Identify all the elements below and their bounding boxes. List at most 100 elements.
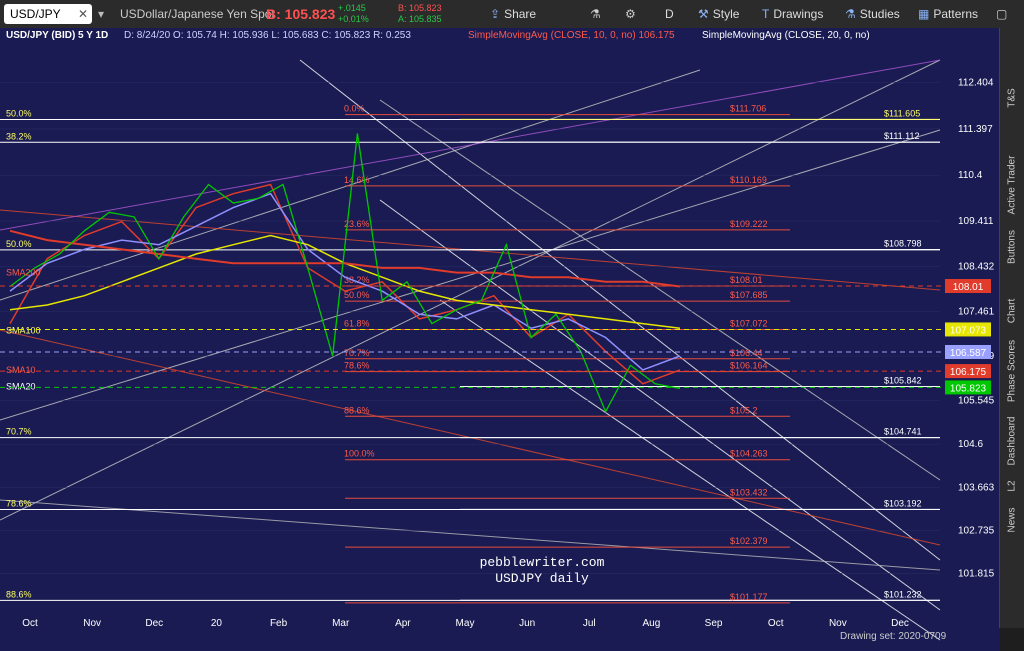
fib-pct-label: 78.6% bbox=[344, 361, 370, 371]
change-block: +.0145 +0.01% bbox=[338, 3, 369, 31]
y-tick-label: 104.6 bbox=[958, 439, 983, 450]
watermark-line2: USDJPY daily bbox=[495, 571, 589, 586]
fib-left-label: 88.6% bbox=[6, 589, 32, 599]
fib-left-label: 70.7% bbox=[6, 427, 32, 437]
style-button[interactable]: ⚒ Style bbox=[698, 0, 739, 28]
fib-red-label: $109.222 bbox=[730, 219, 768, 229]
y-tick-label: 101.815 bbox=[958, 568, 995, 579]
drawings-button[interactable]: T Drawings bbox=[762, 0, 823, 28]
fib-pct-label: 50.0% bbox=[344, 290, 370, 300]
x-tick-label: Mar bbox=[332, 618, 350, 629]
y-tick-label: 111.397 bbox=[958, 124, 993, 135]
price-badge-label: 106.587 bbox=[950, 348, 987, 359]
x-tick-label: 20 bbox=[211, 618, 223, 629]
fib-left-label: 38.2% bbox=[6, 131, 32, 141]
y-tick-label: 103.663 bbox=[958, 483, 995, 494]
flask-icon[interactable]: ⚗ bbox=[590, 0, 601, 28]
side-tab-news[interactable]: News bbox=[1000, 503, 1024, 537]
clear-icon[interactable]: ✕ bbox=[78, 4, 88, 24]
x-tick-label: May bbox=[456, 618, 475, 629]
x-tick-label: Apr bbox=[395, 618, 411, 629]
change-value: +.0145 bbox=[338, 3, 366, 13]
x-tick-label: Nov bbox=[829, 618, 847, 629]
x-tick-label: Aug bbox=[643, 618, 661, 629]
side-tab-l2[interactable]: L2 bbox=[1000, 472, 1024, 500]
fib-red-label: $107.072 bbox=[730, 319, 768, 329]
side-panel: Chart Phase Scores Dashboard L2 News Buttons A… bbox=[999, 28, 1024, 628]
fib-right-label: $111.605 bbox=[884, 108, 920, 118]
drawings-icon: T bbox=[762, 7, 770, 21]
side-tab-chart[interactable]: Chart bbox=[1000, 290, 1024, 332]
fib-pct-label: 61.8% bbox=[344, 319, 370, 329]
bid-small: B: 105.823 bbox=[398, 3, 442, 13]
watermark-line1: pebblewriter.com bbox=[480, 555, 605, 570]
sma10-legend: SimpleMovingAvg (CLOSE, 10, 0, no) 106.1… bbox=[468, 30, 675, 41]
side-tab-label: L2 bbox=[1006, 480, 1018, 492]
side-tab-active-trader[interactable]: Active Trader bbox=[1000, 152, 1024, 218]
x-tick-label: Oct bbox=[22, 618, 38, 629]
fib-right-label: $111.112 bbox=[884, 131, 920, 141]
ma-label: SMA100 bbox=[6, 326, 41, 336]
price-badge-label: 108.01 bbox=[953, 282, 984, 293]
bid-price: B: 105.823 bbox=[266, 6, 336, 22]
chevron-down-icon[interactable]: ▾ bbox=[98, 0, 104, 28]
gear-icon[interactable]: ⚙ bbox=[625, 0, 636, 28]
side-tab-label: Active Trader bbox=[1006, 155, 1018, 215]
sma20-legend: SimpleMovingAvg (CLOSE, 20, 0, no) bbox=[702, 30, 870, 41]
x-tick-label: Nov bbox=[83, 618, 101, 629]
side-tab-t-s[interactable]: T&S bbox=[1000, 85, 1024, 111]
ohlc-readout: D: 8/24/20 O: 105.74 H: 105.936 L: 105.6… bbox=[124, 30, 411, 41]
chart-title: USD/JPY (BID) 5 Y 1D bbox=[6, 30, 108, 41]
y-tick-label: 107.461 bbox=[958, 306, 995, 317]
ask-small: A: 105.835 bbox=[398, 14, 442, 24]
symbol-description: USDollar/Japanese Yen Spot bbox=[120, 7, 275, 21]
side-tab-label: Phase Scores bbox=[1006, 339, 1018, 403]
fib-red-label: $108.01 bbox=[730, 275, 763, 285]
price-chart[interactable]: 112.404 111.397 110.4 109.411 108.432 107.461… bbox=[0, 28, 1024, 651]
fib-red-label: $106.44 bbox=[730, 348, 763, 358]
side-tab-dashboard[interactable]: Dashboard bbox=[1000, 413, 1024, 469]
price-badge-label: 106.175 bbox=[950, 367, 987, 378]
drawing-set-label: Drawing set: 2020-0709 bbox=[840, 631, 947, 642]
ma-label: SMA20 bbox=[6, 382, 36, 392]
studies-icon: ⚗ bbox=[845, 7, 856, 21]
fib-right-label: $108.798 bbox=[884, 238, 922, 248]
ma-label: SMA200 bbox=[6, 268, 41, 278]
x-tick-label: Feb bbox=[270, 618, 288, 629]
studies-button[interactable]: ⚗ Studies bbox=[845, 0, 900, 28]
side-tab-buttons[interactable]: Buttons bbox=[1000, 225, 1024, 269]
fib-pct-label: 100.0% bbox=[344, 449, 375, 459]
fib-right-label: $105.842 bbox=[884, 376, 922, 386]
change-percent: +0.01% bbox=[338, 14, 369, 24]
fib-red-label: $111.706 bbox=[730, 104, 766, 114]
layout-icon[interactable]: ▢ bbox=[996, 0, 1007, 28]
fib-left-label: 50.0% bbox=[6, 109, 32, 119]
style-icon: ⚒ bbox=[698, 7, 709, 21]
share-button[interactable]: ⇪ Share bbox=[490, 0, 536, 28]
symbol-input[interactable]: USD/JPY ✕ bbox=[4, 4, 92, 24]
patterns-button[interactable]: ▦ Patterns bbox=[918, 0, 978, 28]
y-tick-label: 110.4 bbox=[958, 170, 983, 181]
y-tick-label: 108.432 bbox=[958, 261, 995, 272]
y-tick-label: 102.735 bbox=[958, 526, 995, 537]
bid-ask-block: B: 105.823 A: 105.835 bbox=[398, 3, 442, 31]
x-tick-label: Sep bbox=[705, 618, 723, 629]
x-tick-label: Jun bbox=[519, 618, 535, 629]
fib-red-label: $110.169 bbox=[730, 175, 767, 185]
toolbar: USD/JPY ✕ ▾ USDollar/Japanese Yen Spot B… bbox=[0, 0, 1024, 29]
side-tab-label: Buttons bbox=[1006, 230, 1018, 264]
period-button[interactable]: D bbox=[665, 0, 674, 28]
patterns-icon: ▦ bbox=[918, 7, 930, 21]
price-badge-label: 107.073 bbox=[950, 325, 987, 336]
side-tab-phase-scores[interactable]: Phase Scores bbox=[1000, 338, 1024, 404]
y-tick-label: 105.545 bbox=[958, 395, 995, 406]
fib-red-label: $105.2 bbox=[730, 405, 758, 415]
fib-pct-label: 88.6% bbox=[344, 405, 370, 415]
fib-right-label: $103.192 bbox=[884, 498, 922, 508]
share-icon: ⇪ bbox=[490, 7, 501, 21]
fib-pct-label: 38.2% bbox=[344, 275, 370, 285]
fib-pct-label: 14.6% bbox=[344, 175, 370, 185]
fib-red-label: $103.432 bbox=[730, 487, 768, 497]
fib-left-label: 50.0% bbox=[6, 239, 32, 249]
side-tab-label: Dashboard bbox=[1006, 416, 1018, 466]
